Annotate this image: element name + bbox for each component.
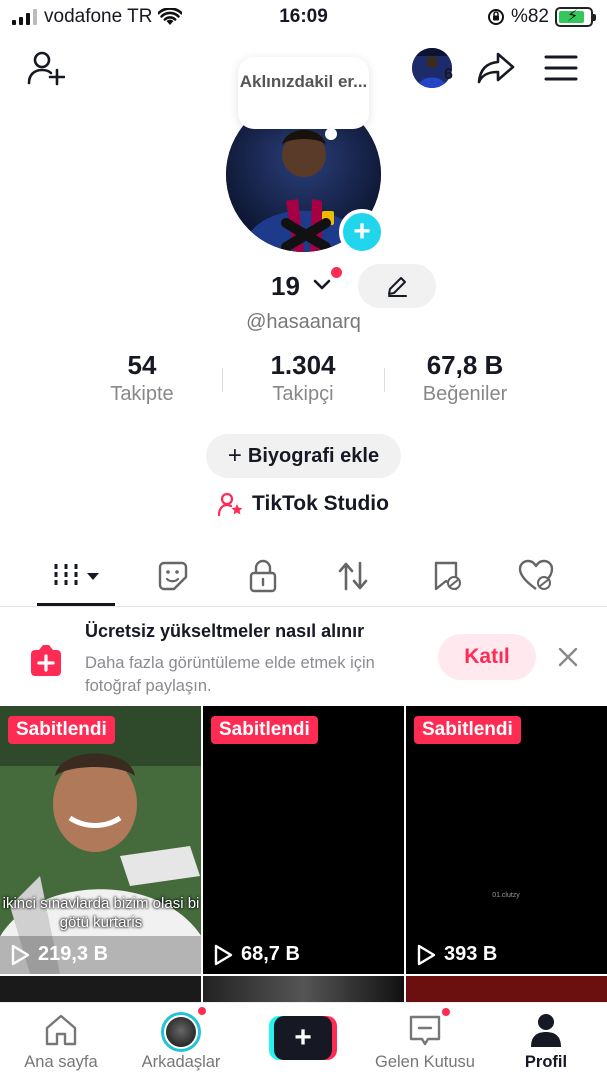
create-button[interactable]: + [269,1016,337,1060]
username: @hasaanarq [246,311,361,333]
video-thumbnail[interactable]: Sabitlendi 68,7 B [203,706,404,974]
bottom-navigation: Ana sayfa Arkadaşlar + Gelen Kutusu Prof… [0,1002,607,1080]
grid-icon [54,564,99,588]
add-bio-label: Biyografi ekle [247,444,380,467]
notification-dot [196,1005,208,1017]
stat-label: Beğeniler [422,383,508,405]
tiktok-studio-link[interactable]: TikTok Studio [0,492,607,516]
nav-label: Gelen Kutusu [375,1053,475,1071]
sticker-icon [158,561,188,591]
tab-liked[interactable] [511,557,561,595]
promo-banner: Ücretsiz yükseltmeler nasıl alınır Daha … [0,608,607,706]
view-count-value: 393 B [444,943,498,965]
add-friend-button[interactable] [26,50,66,86]
view-count-value: 219,3 B [38,943,109,965]
notification-dot [331,267,342,278]
video-grid: Sabitlendi ikinci sınavlarda bizim olasi… [0,706,607,976]
pinned-badge: Sabitlendi [414,716,521,744]
note-bubble-tail [325,128,337,140]
play-icon [417,944,436,965]
plus-icon: + [227,442,242,469]
note-bubble[interactable]: Aklınızdakil er... [238,57,369,129]
creator-star-icon [218,492,243,516]
photo-upload-icon [31,645,61,676]
nav-label: Profil [524,1053,568,1071]
pencil-icon [388,277,407,297]
active-tab-indicator [37,603,115,606]
video-caption: ikinci sınavlarda bizim olasi bi götü ku… [2,895,200,931]
plus-icon: + [274,1016,332,1060]
orientation-lock-icon [487,9,504,25]
home-icon [45,1014,77,1046]
tab-favorites[interactable] [422,557,472,595]
profile-icon [531,1014,561,1047]
video-thumbnail[interactable]: Sabitlendi ikinci sınavlarda bizim olasi… [0,706,201,974]
tab-stickers[interactable] [148,557,198,595]
add-user-icon [27,51,65,86]
add-avatar-button[interactable]: + [339,209,385,255]
stat-label: Takipçi [272,383,334,405]
menu-button[interactable] [543,52,579,84]
view-count: 68,7 B [213,943,300,966]
studio-label: TikTok Studio [252,492,389,515]
friends-avatar [161,1012,201,1052]
inbox-icon [409,1015,441,1046]
heart-hidden-icon [518,559,554,590]
pinned-badge: Sabitlendi [211,716,318,744]
nav-profile[interactable]: Profil [485,1003,607,1080]
edit-profile-button[interactable] [358,264,436,308]
tab-private[interactable] [238,557,288,595]
profile-stats: 54 Takipte 1.304 Takipçi 67,8 B Beğenile… [0,350,607,410]
tab-videos[interactable] [50,557,106,595]
nav-label: Arkadaşlar [141,1053,221,1071]
stat-followers[interactable]: 1.304 Takipçi [223,350,383,406]
nav-friends[interactable]: Arkadaşlar [120,1003,242,1080]
join-button[interactable]: Katıl [438,634,536,680]
stat-value: 67,8 B [426,350,504,380]
stat-value: 54 [127,350,157,380]
hamburger-menu-icon [544,55,578,81]
content-tabs [0,545,607,607]
nav-label: Ana sayfa [24,1053,98,1071]
video-thumbnail[interactable]: Sabitlendi 01.clutzy 393 B [406,706,607,974]
nav-inbox[interactable]: Gelen Kutusu [364,1003,486,1080]
promo-title: Ücretsiz yükseltmeler nasıl alınır [85,621,365,641]
notification-dot [440,1006,452,1018]
stat-value: 1.304 [270,350,336,380]
promo-description: Daha fazla görüntüleme elde etmek için f… [85,654,375,695]
stat-following[interactable]: 54 Takipte [62,350,222,406]
bookmark-hidden-icon [434,561,461,591]
stat-likes[interactable]: 67,8 B Beğeniler [385,350,545,406]
video-thumbnail-partial[interactable] [406,976,607,1002]
close-icon[interactable] [555,644,581,670]
video-thumbnail-partial[interactable] [203,976,404,1002]
video-thumbnail-partial[interactable] [0,976,201,1002]
play-icon [11,944,30,965]
display-name[interactable]: 19 [271,271,300,302]
repost-icon [338,561,368,591]
view-count: 393 B [416,943,497,966]
video-watermark: 01.clutzy [492,892,520,899]
name-row: 19 [0,264,607,308]
battery-icon: ⚡ [555,7,596,27]
play-icon [214,944,233,965]
share-profile-button[interactable] [476,50,516,86]
video-frame [0,706,201,974]
stat-label: Takipte [110,383,174,405]
pinned-badge: Sabitlendi [8,716,115,744]
view-count-value: 68,7 B [241,943,300,965]
tab-reposts[interactable] [328,557,378,595]
share-icon [477,52,515,84]
lock-icon [249,559,277,593]
nav-home[interactable]: Ana sayfa [0,1003,122,1080]
battery-percent: %82 [510,6,549,27]
view-count: 219,3 B [10,943,108,966]
add-bio-button[interactable]: + Biyografi ekle [206,434,401,478]
status-bar: vodafone TR 16:09 %82 ⚡ [0,0,607,36]
note-bubble-text: Aklınızdakil er... [239,72,368,91]
chevron-down-icon[interactable] [310,272,334,296]
plus-icon: + [353,215,371,248]
story-count: 6 [444,66,453,83]
